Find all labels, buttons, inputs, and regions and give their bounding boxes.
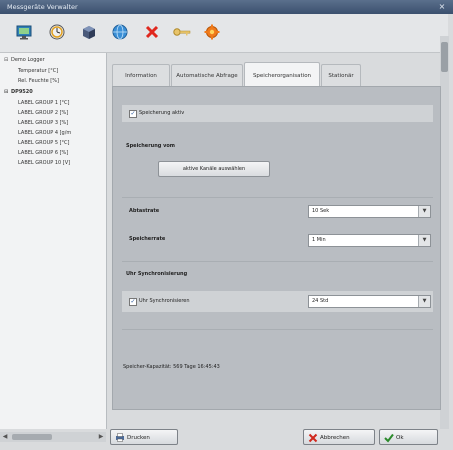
device-tree: ⊟ Demo Logger Temperatur [°C] Rel. Feucht… [0, 53, 107, 429]
clock-sync-interval-select[interactable]: 24 Std ▼ [308, 295, 431, 308]
tree-item-label: LABEL GROUP 5 [°C] [18, 140, 70, 146]
ok-button[interactable]: Ok [379, 429, 438, 445]
tree-item-label: LABEL GROUP 6 [%] [18, 150, 69, 156]
chevron-down-icon[interactable]: ▼ [418, 296, 430, 307]
toolbar [0, 14, 448, 53]
tree-item-label: DP9520 [11, 89, 33, 95]
measure-rate-label: Abtastrate [129, 208, 160, 214]
storage-capacity-text: Speicher-Kapazität: 569 Tage 16:45:43 [123, 364, 220, 370]
scrollbar-thumb[interactable] [441, 42, 448, 72]
print-label: Drucken [127, 435, 150, 441]
tree-item-label: LABEL GROUP 2 [%] [18, 110, 69, 116]
storage-rate-select[interactable]: 1 Min ▼ [308, 234, 431, 247]
clock-sync-row: ✓ Uhr Synchronisieren 24 Std ▼ [122, 291, 433, 312]
checkmark-icon [384, 433, 394, 450]
tree-item[interactable]: ⊟ DP9520 [4, 89, 33, 95]
tree-item[interactable]: LABEL GROUP 3 [%] [18, 120, 68, 126]
clock-sync-interval-value: 24 Std [312, 298, 329, 304]
settings-gear-icon[interactable] [202, 22, 222, 42]
tree-horizontal-scrollbar[interactable]: ◀ ▶ [0, 432, 106, 442]
title-bar[interactable]: Messgeräte Verwalter × [0, 0, 453, 14]
tree-item-label: LABEL GROUP 3 [%] [18, 120, 69, 126]
ok-label: Ok [396, 435, 404, 441]
cancel-button[interactable]: Abbrechen [303, 429, 375, 445]
storage-organisation-panel: ✓ Speicherung aktiv Speicherung vom akti… [112, 86, 441, 410]
storage-rate-label: Speicherrate [129, 236, 166, 242]
tree-item[interactable]: Rel. Feuchte [%] [18, 78, 59, 84]
clock-icon[interactable] [47, 22, 67, 42]
window-title: Messgeräte Verwalter [7, 3, 78, 11]
tree-item-label: Demo Logger [11, 57, 45, 63]
scrollbar-thumb[interactable] [12, 434, 52, 440]
tree-item[interactable]: LABEL GROUP 2 [%] [18, 110, 68, 116]
tab-information[interactable]: Information [112, 64, 170, 87]
measure-rate-select[interactable]: 10 Sek ▼ [308, 205, 431, 218]
divider [122, 197, 433, 198]
cube-icon[interactable] [79, 22, 99, 42]
device-manager-window: Messgeräte Verwalter × ⊟ Demo Logger Temp… [0, 0, 453, 450]
monitor-icon[interactable] [14, 22, 34, 42]
tree-item[interactable]: LABEL GROUP 10 [V] [18, 160, 70, 166]
divider [122, 261, 433, 262]
tree-item-label: LABEL GROUP 4 [g/m [18, 130, 72, 136]
storage-active-checkbox[interactable]: ✓ [129, 110, 137, 118]
tree-item-label: LABEL GROUP 1 [°C] [18, 100, 70, 106]
scroll-left-icon[interactable]: ◀ [0, 432, 10, 442]
chevron-down-icon[interactable]: ▼ [418, 235, 430, 246]
storage-active-label: Speicherung aktiv [139, 110, 185, 116]
scroll-right-icon[interactable]: ▶ [96, 432, 106, 442]
storage-active-row: ✓ Speicherung aktiv [122, 105, 433, 122]
tree-item[interactable]: LABEL GROUP 5 [°C] [18, 140, 70, 146]
tree-expander[interactable]: ⊟ [4, 57, 11, 63]
tab-stationary[interactable]: Stationär [321, 64, 361, 87]
delete-icon[interactable] [142, 22, 162, 42]
tree-item[interactable]: Temperatur [°C] [18, 68, 58, 74]
storage-rate-value: 1 Min [312, 237, 326, 243]
printer-icon [115, 433, 125, 449]
window-vertical-scrollbar[interactable] [440, 36, 449, 429]
tree-item[interactable]: ⊟ Demo Logger [4, 57, 45, 63]
tab-storage-organisation[interactable]: Speicherorganisation [244, 62, 320, 87]
tree-item[interactable]: LABEL GROUP 1 [°C] [18, 100, 70, 106]
print-button[interactable]: Drucken [110, 429, 178, 445]
close-icon[interactable]: × [437, 2, 447, 12]
divider [122, 329, 433, 330]
tree-item-label: LABEL GROUP 10 [V] [18, 160, 71, 166]
globe-icon[interactable] [110, 22, 130, 42]
tree-item-label: Rel. Feuchte [%] [18, 78, 59, 84]
clock-sync-heading: Uhr Synchronisierung [126, 271, 188, 277]
clock-sync-checkbox-label: Uhr Synchronisieren [139, 298, 190, 304]
chevron-down-icon[interactable]: ▼ [418, 206, 430, 217]
cancel-x-icon [308, 433, 318, 450]
tree-expander[interactable]: ⊟ [4, 89, 11, 95]
key-icon[interactable] [172, 22, 192, 42]
measure-rate-value: 10 Sek [312, 208, 330, 214]
tab-automatic-query[interactable]: Automatische Abfrage [171, 64, 243, 87]
tree-item[interactable]: LABEL GROUP 4 [g/m [18, 130, 71, 136]
select-active-channels-button[interactable]: aktive Kanäle auswählen [158, 161, 270, 177]
tree-item-label: Temperatur [°C] [18, 68, 59, 74]
tree-item[interactable]: LABEL GROUP 6 [%] [18, 150, 68, 156]
clock-sync-checkbox[interactable]: ✓ [129, 298, 137, 306]
cancel-label: Abbrechen [320, 435, 350, 441]
storage-from-heading: Speicherung vom [126, 143, 176, 149]
